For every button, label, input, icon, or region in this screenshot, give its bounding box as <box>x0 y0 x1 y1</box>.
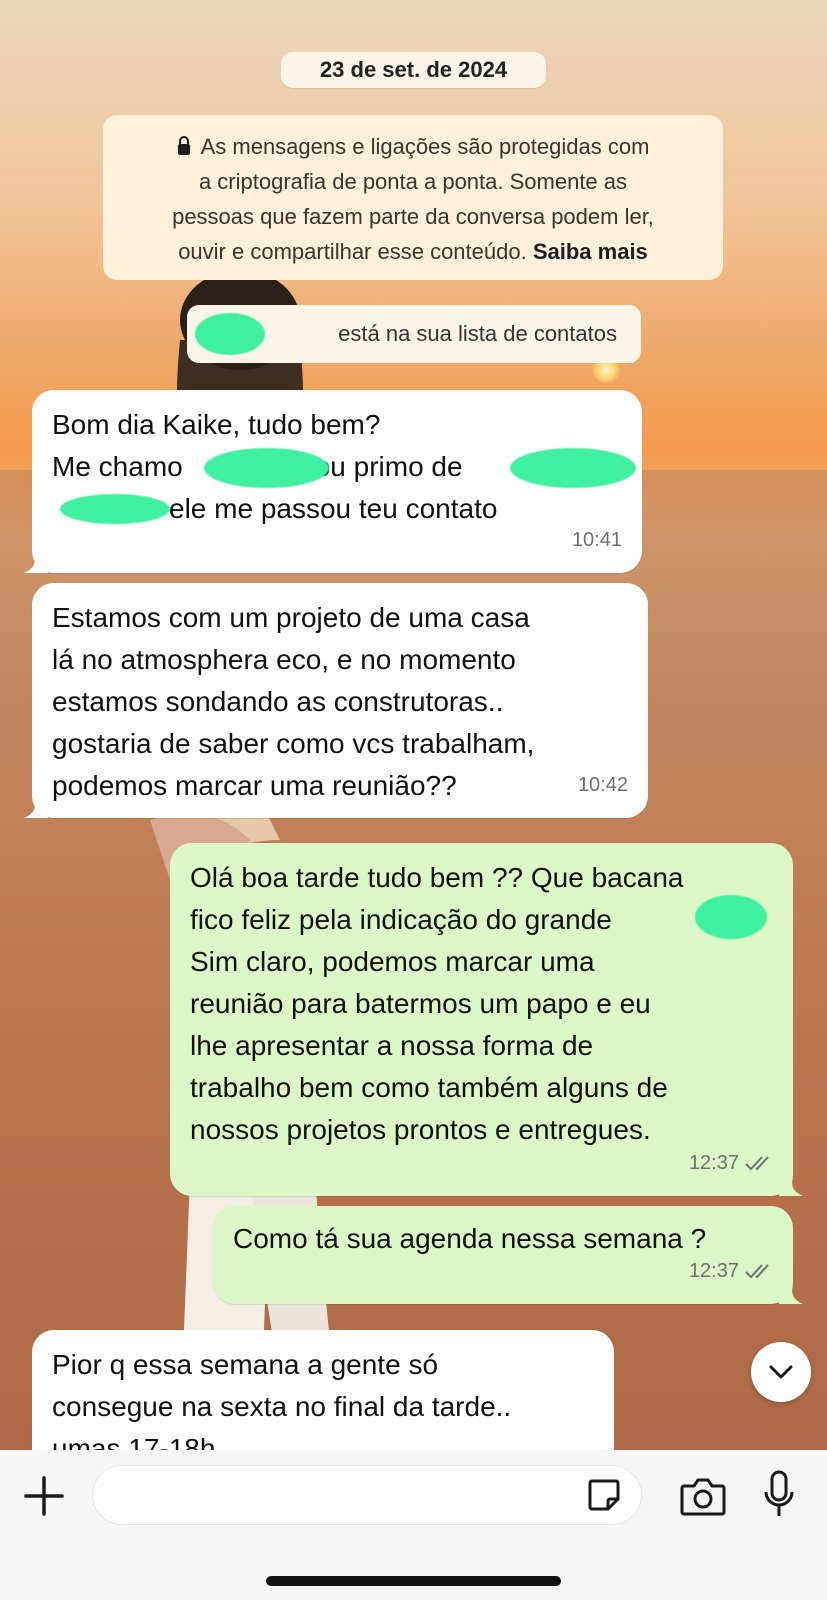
camera-icon[interactable] <box>680 1476 726 1516</box>
message-text: estamos sondando as construtoras.. <box>52 686 504 717</box>
message-timestamp: 12:37 <box>689 1142 773 1184</box>
bubble-tail <box>779 1178 803 1196</box>
home-indicator <box>266 1576 561 1586</box>
message-bubble-incoming[interactable]: Estamos com um projeto de uma casa lá no… <box>24 583 648 818</box>
learn-more-link[interactable]: Saiba mais <box>533 239 648 264</box>
message-bubble-outgoing[interactable]: Como tá sua agenda nessa semana ? 12:37 <box>213 1206 803 1304</box>
message-bubble-outgoing[interactable]: Olá boa tarde tudo bem ?? Que bacana fic… <box>170 843 803 1196</box>
message-text: Pior q essa semana a gente só <box>52 1349 439 1380</box>
message-text: Bom dia Kaike, tudo bem? <box>52 409 381 440</box>
date-separator: 23 de set. de 2024 <box>281 52 546 88</box>
redaction-mark <box>60 494 170 524</box>
message-timestamp: 10:42 <box>577 774 628 796</box>
encryption-text-line: As mensagens e ligações são protegidas c… <box>200 134 650 159</box>
redaction-mark <box>695 895 767 939</box>
message-text: Olá boa tarde tudo bem ?? Que bacana <box>190 862 684 893</box>
message-text: ele me passou teu contato <box>169 493 498 524</box>
message-composer <box>0 1450 827 1600</box>
chevron-down-icon <box>769 1365 793 1379</box>
message-text: fico feliz pela indicação do grande <box>190 904 612 935</box>
encryption-text-line: ouvir e compartilhar esse conteúdo. <box>178 239 527 264</box>
message-text: nossos projetos prontos e entregues. <box>190 1114 651 1145</box>
sticker-icon[interactable] <box>586 1477 622 1513</box>
bubble-tail <box>779 1286 803 1304</box>
message-text: Sim claro, podemos marcar uma <box>190 946 595 977</box>
bubble-tail <box>24 800 48 818</box>
double-check-icon <box>745 1156 769 1171</box>
redaction-mark <box>195 313 265 355</box>
message-input[interactable] <box>92 1465 642 1525</box>
message-timestamp: 10:41 <box>571 529 622 551</box>
scroll-to-bottom-button[interactable] <box>751 1342 811 1402</box>
date-label: 23 de set. de 2024 <box>319 57 508 82</box>
bubble-tail <box>24 555 48 573</box>
message-text: trabalho bem como também alguns de <box>190 1072 668 1103</box>
message-bubble-incoming[interactable]: Bom dia Kaike, tudo bem? Me chamo sou pri… <box>24 390 642 573</box>
redaction-mark <box>510 448 636 488</box>
message-text: lhe apresentar a nossa forma de <box>190 1030 594 1061</box>
encryption-text-line: a criptografia de ponta a ponta. Somente… <box>198 169 628 194</box>
plus-icon[interactable] <box>22 1474 66 1518</box>
contact-notice-text: está na sua lista de contatos <box>338 321 617 346</box>
message-timestamp: 12:37 <box>689 1250 773 1292</box>
redaction-mark <box>204 448 329 488</box>
microphone-icon[interactable] <box>762 1470 796 1520</box>
encryption-notice[interactable]: As mensagens e ligações são protegidas c… <box>103 115 723 280</box>
message-text: Me chamo <box>52 451 183 482</box>
message-text: gostaria de saber como vcs trabalham, <box>52 728 535 759</box>
encryption-text-line: pessoas que fazem parte da conversa pode… <box>172 204 654 229</box>
double-check-icon <box>745 1264 769 1279</box>
message-text: Estamos com um projeto de uma casa <box>52 602 530 633</box>
contact-notice: está na sua lista de contatos <box>187 305 641 363</box>
message-text: consegue na sexta no final da tarde.. <box>52 1391 512 1422</box>
message-text: reunião para batermos um papo e eu <box>190 988 651 1019</box>
message-text: podemos marcar uma reunião?? <box>52 770 457 801</box>
lock-icon <box>177 136 190 155</box>
message-text: lá no atmosphera eco, e no momento <box>52 644 516 675</box>
